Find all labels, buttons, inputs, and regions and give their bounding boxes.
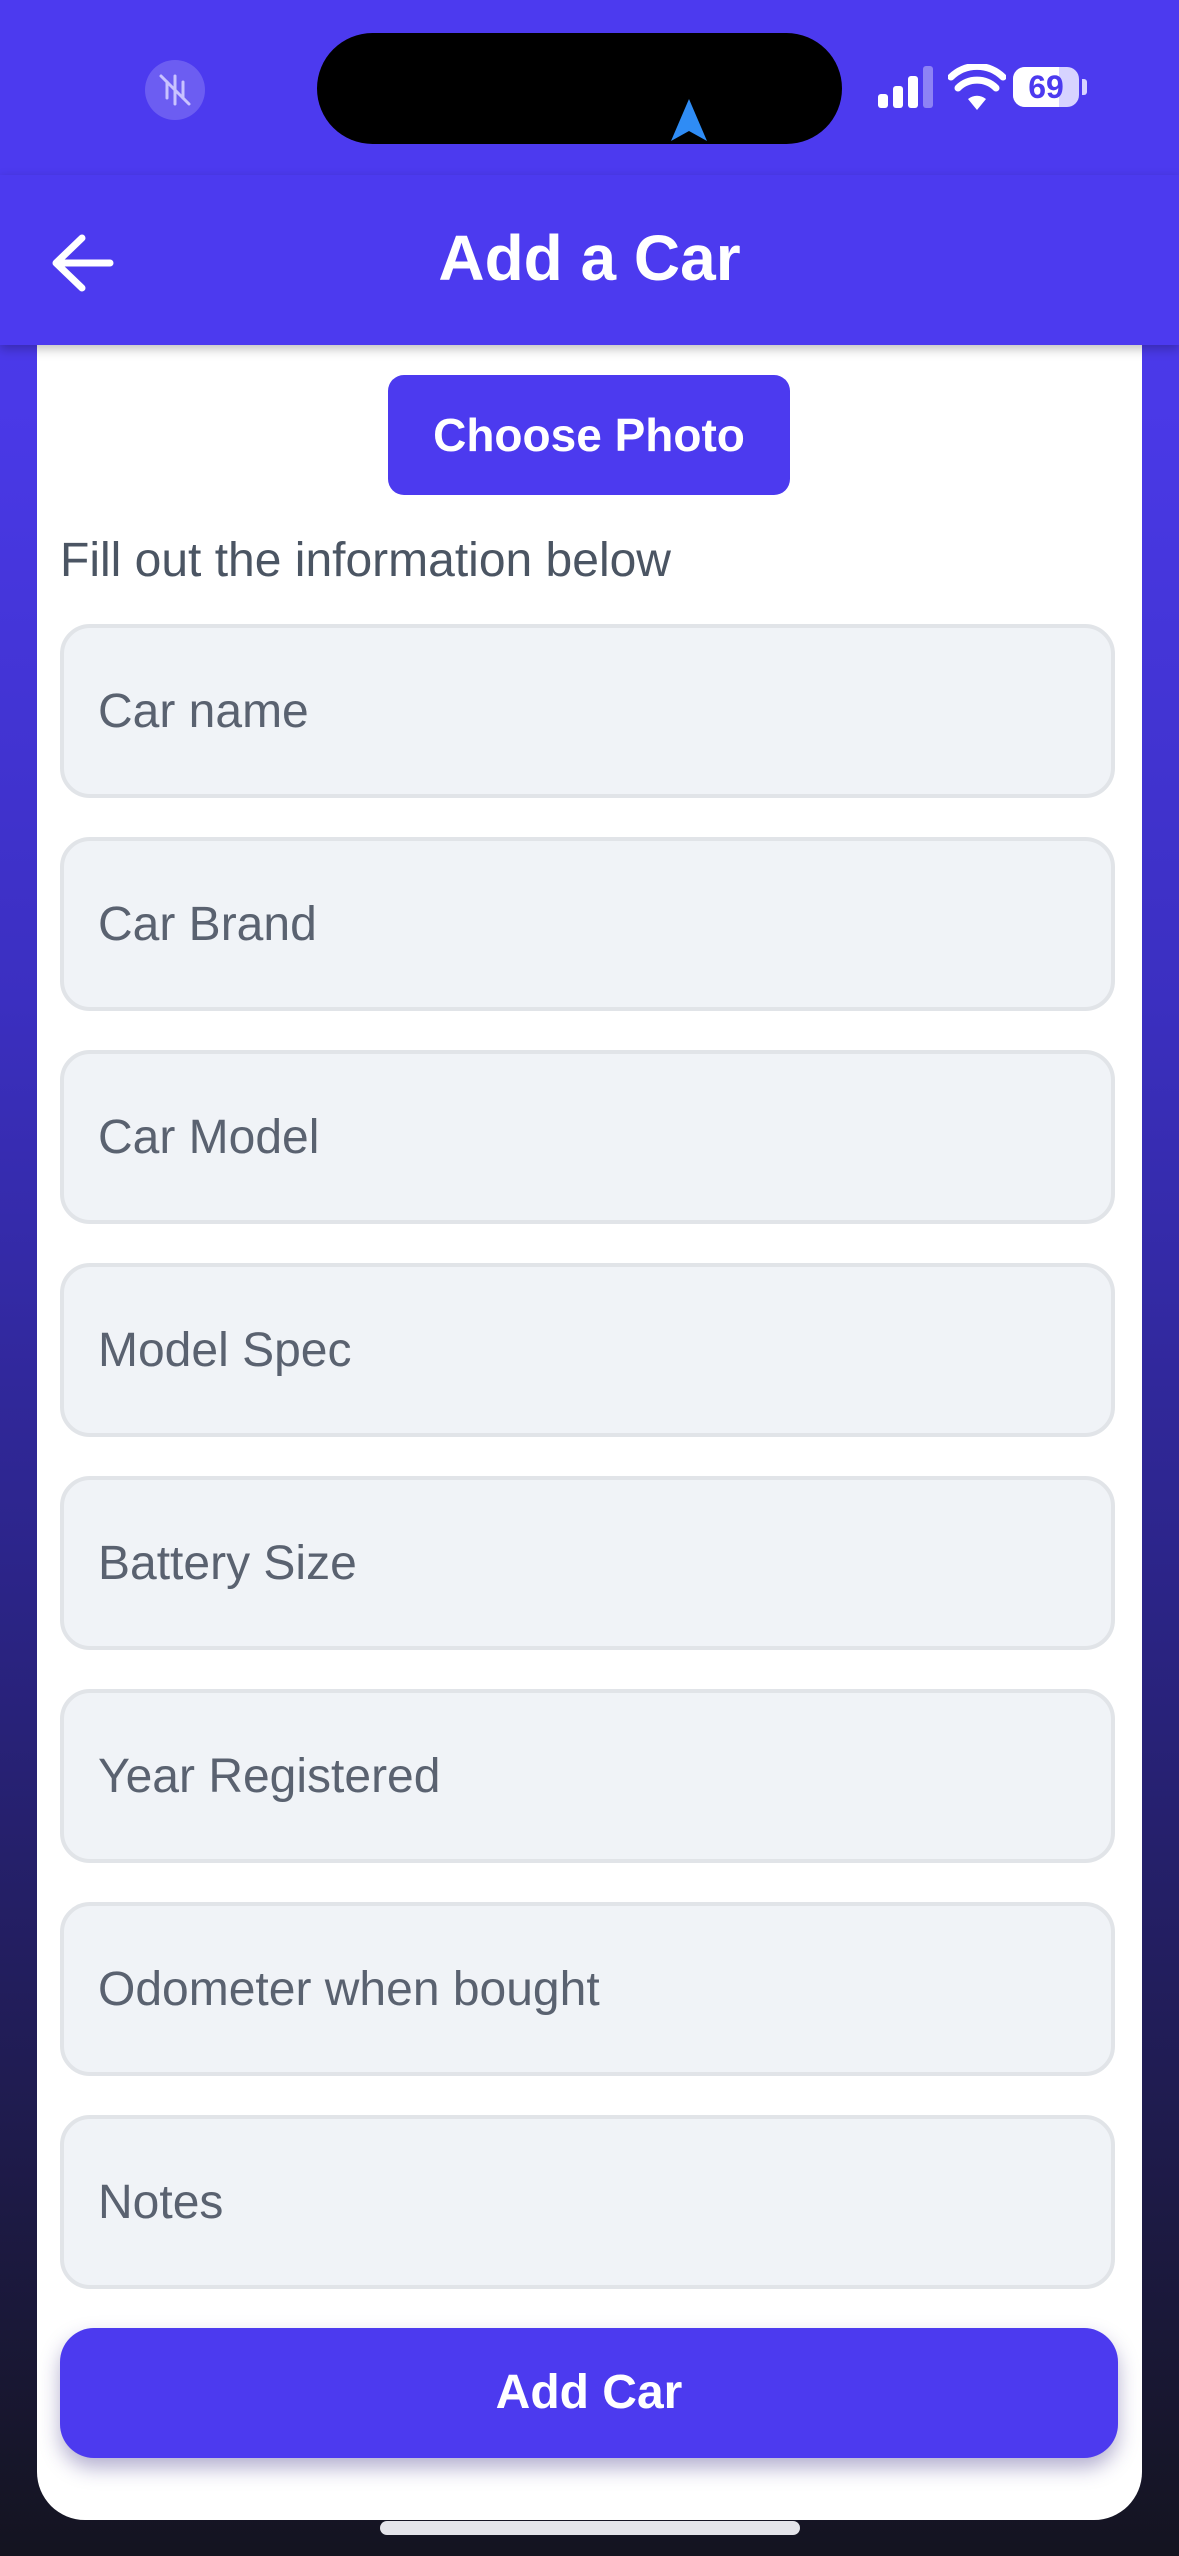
add-car-button[interactable]: Add Car	[60, 2328, 1118, 2458]
choose-photo-button[interactable]: Choose Photo	[388, 375, 790, 495]
odometer-input[interactable]	[64, 1906, 1111, 2072]
battery-level: 69	[1028, 69, 1064, 105]
noise-cancel-icon	[145, 60, 205, 120]
car-name-field[interactable]	[60, 624, 1115, 798]
model-spec-field[interactable]	[60, 1263, 1115, 1437]
car-brand-field[interactable]	[60, 837, 1115, 1011]
header: Add a Car	[0, 175, 1179, 345]
car-model-field[interactable]	[60, 1050, 1115, 1224]
form-instructions: Fill out the information below	[60, 534, 671, 587]
car-brand-input[interactable]	[64, 841, 1111, 1007]
notes-field[interactable]	[60, 2115, 1115, 2289]
navigation-arrow-icon	[671, 99, 707, 141]
notes-input[interactable]	[64, 2119, 1111, 2285]
model-spec-input[interactable]	[64, 1267, 1111, 1433]
year-registered-input[interactable]	[64, 1693, 1111, 1859]
home-indicator[interactable]	[380, 2521, 800, 2535]
battery-size-input[interactable]	[64, 1480, 1111, 1646]
cellular-signal-icon	[878, 66, 933, 108]
status-bar: 69	[0, 0, 1179, 175]
wifi-icon	[948, 64, 1006, 110]
battery-nub	[1082, 79, 1087, 95]
car-model-input[interactable]	[64, 1054, 1111, 1220]
page-title: Add a Car	[438, 222, 741, 294]
dynamic-island	[317, 33, 842, 144]
battery-icon: 69	[1013, 67, 1079, 107]
odometer-field[interactable]	[60, 1902, 1115, 2076]
year-registered-field[interactable]	[60, 1689, 1115, 1863]
car-name-input[interactable]	[64, 628, 1111, 794]
battery-size-field[interactable]	[60, 1476, 1115, 1650]
